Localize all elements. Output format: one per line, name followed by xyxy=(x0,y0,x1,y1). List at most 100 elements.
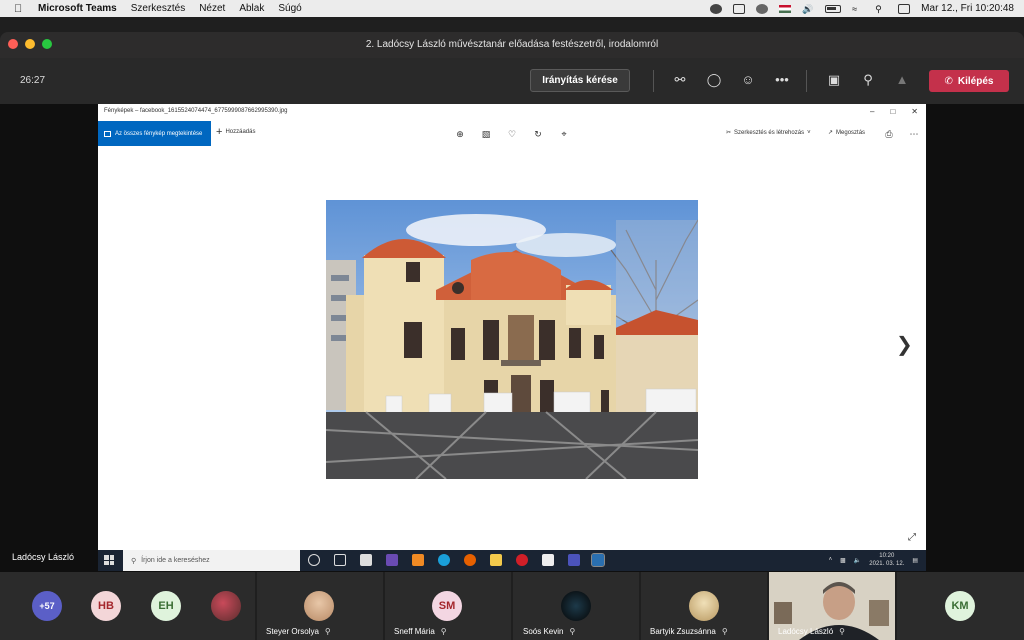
avatar xyxy=(561,591,591,621)
delete-icon[interactable]: ▧ xyxy=(480,128,492,140)
photos-app-window: Fényképek – facebook_1615524074474_67759… xyxy=(98,104,926,550)
phone-hangup-icon: ✆ xyxy=(944,75,953,87)
toolbar-divider xyxy=(806,70,807,92)
edit-create-button[interactable]: ✂ Szerkesztés és létrehozás ˅ xyxy=(726,129,811,137)
presenter-name: Ladócsy László xyxy=(12,552,75,562)
battery-icon[interactable] xyxy=(825,4,842,13)
play-icon[interactable] xyxy=(756,3,769,14)
avatar[interactable]: EH xyxy=(151,591,181,621)
document-icon[interactable] xyxy=(542,554,554,566)
cortana-icon[interactable] xyxy=(308,554,320,566)
hungarian-flag-icon[interactable] xyxy=(779,4,792,13)
windows-start-icon[interactable] xyxy=(104,555,114,565)
gallery-icon xyxy=(104,130,111,137)
menubar-clock[interactable]: Mar 12., Fri 10:20:48 xyxy=(921,3,1014,14)
next-photo-icon[interactable]: ❯ xyxy=(896,332,913,357)
share-button[interactable]: ↗ Megosztás xyxy=(828,129,866,137)
crop-icon[interactable]: ⌖ xyxy=(558,128,570,140)
share-label: Megosztás xyxy=(836,129,866,136)
participant-name: Soós Kevin ⚲ xyxy=(523,627,576,636)
system-tray: ˄ ▩ 🔈 10:20 2021. 03. 12. ▤ xyxy=(829,552,918,568)
skype-icon[interactable] xyxy=(710,3,723,14)
add-label: Hozzáadás xyxy=(225,129,256,135)
rotate-icon[interactable]: ↻ xyxy=(532,128,544,140)
reactions-icon[interactable]: ☺ xyxy=(739,72,757,88)
vlc-icon[interactable] xyxy=(412,554,424,566)
avatar[interactable]: HB xyxy=(91,591,121,621)
opera-icon[interactable] xyxy=(516,554,528,566)
taskbar-search[interactable]: ⚲ Írjon ide a kereséshez xyxy=(123,550,300,571)
chevron-down-icon: ˅ xyxy=(807,129,811,136)
edge-icon[interactable] xyxy=(438,554,450,566)
notifications-icon[interactable]: ▤ xyxy=(912,557,918,564)
avatar[interactable] xyxy=(211,591,241,621)
overflow-count[interactable]: +57 xyxy=(32,591,62,621)
add-button[interactable]: + Hozzáadás xyxy=(216,127,256,138)
zoom-icon[interactable]: ⊕ xyxy=(454,128,466,140)
favorite-icon[interactable]: ♡ xyxy=(506,128,518,140)
all-photos-label: Az összes fénykép megtekintése xyxy=(115,130,203,137)
expand-icon[interactable]: ⤢ xyxy=(908,532,916,543)
avatar: KM xyxy=(945,591,975,621)
chat-icon[interactable]: ◯ xyxy=(705,72,723,88)
taskbar-date: 2021. 03. 12. xyxy=(869,561,905,567)
leave-button[interactable]: ✆ Kilépés xyxy=(929,70,1009,92)
leave-label: Kilépés xyxy=(957,75,994,87)
menu-app-name[interactable]: Microsoft Teams xyxy=(38,3,117,14)
chevron-up-icon[interactable]: ˄ xyxy=(829,557,833,563)
control-center-icon[interactable] xyxy=(898,3,911,14)
speaker-icon[interactable]: 🔈 xyxy=(854,557,861,564)
mic-off-icon[interactable]: ⚲ xyxy=(859,72,877,88)
villa-photo-drawing xyxy=(326,200,698,479)
avatar: SM xyxy=(432,591,462,621)
mic-off-icon: ⚲ xyxy=(839,627,846,636)
search-icon[interactable]: ⚲ xyxy=(875,4,887,14)
mic-off-icon: ⚲ xyxy=(324,627,331,636)
avatar xyxy=(689,591,719,621)
villa-photo xyxy=(326,200,698,479)
print-icon[interactable]: ⎙ xyxy=(883,128,895,140)
menu-view[interactable]: Nézet xyxy=(199,3,225,14)
avatar xyxy=(304,591,334,621)
camera-off-icon[interactable]: ▣ xyxy=(825,72,843,88)
all-photos-button[interactable]: Az összes fénykép megtekintése xyxy=(98,121,211,146)
more-options-icon[interactable]: ••• xyxy=(773,72,791,88)
share-icon: ↗ xyxy=(828,130,834,136)
menu-help[interactable]: Súgó xyxy=(278,3,301,14)
photos-titlebar: Fényképek – facebook_1615524074474_67759… xyxy=(98,104,926,121)
onenote-icon[interactable] xyxy=(386,554,398,566)
teams-icon[interactable] xyxy=(568,554,580,566)
menu-window[interactable]: Ablak xyxy=(239,3,264,14)
request-control-button[interactable]: Irányítás kérése xyxy=(530,69,630,92)
participant-name: Ladócsy László ⚲ xyxy=(778,627,846,636)
participant-name: Steyer Orsolya ⚲ xyxy=(266,627,331,636)
photos-icon[interactable] xyxy=(591,553,605,567)
task-view-icon[interactable] xyxy=(334,554,346,566)
taskbar-search-placeholder: Írjon ide a kereséshez xyxy=(141,557,210,564)
network-icon[interactable]: ▩ xyxy=(840,557,846,564)
wifi-off-icon[interactable]: ≈ xyxy=(852,4,864,14)
meeting-title: 2. Ladócsy László művésztanár előadása f… xyxy=(365,39,659,50)
edit-icon: ✂ xyxy=(726,130,732,136)
menu-edit[interactable]: Szerkesztés xyxy=(131,3,185,14)
volume-icon[interactable]: 🔊 xyxy=(802,4,814,14)
close-icon[interactable]: ✕ xyxy=(911,107,918,116)
share-screen-icon[interactable]: ▲ xyxy=(893,72,911,88)
minimize-icon[interactable]: – xyxy=(870,107,874,116)
taskbar-time: 10:20 xyxy=(879,553,895,559)
meeting-timer: 26:27 xyxy=(20,75,46,86)
mic-off-icon: ⚲ xyxy=(721,627,728,636)
firefox-icon[interactable] xyxy=(464,554,476,566)
participants-icon[interactable]: ⚯ xyxy=(671,72,689,88)
photos-command-bar: Az összes fénykép megtekintése + Hozzáad… xyxy=(98,121,926,146)
window-icon[interactable] xyxy=(733,3,746,14)
participant-name: Bartyik Zsuzsánna ⚲ xyxy=(650,627,728,636)
maximize-icon[interactable]: □ xyxy=(890,107,895,116)
store-icon[interactable] xyxy=(360,554,372,566)
more-icon[interactable]: ⋯ xyxy=(908,128,920,140)
file-explorer-icon[interactable] xyxy=(490,554,502,566)
mic-off-icon: ⚲ xyxy=(569,627,576,636)
apple-icon[interactable]:  xyxy=(14,3,28,15)
edit-create-label: Szerkesztés és létrehozás xyxy=(734,129,805,136)
taskbar-clock[interactable]: 10:20 2021. 03. 12. xyxy=(869,552,904,568)
